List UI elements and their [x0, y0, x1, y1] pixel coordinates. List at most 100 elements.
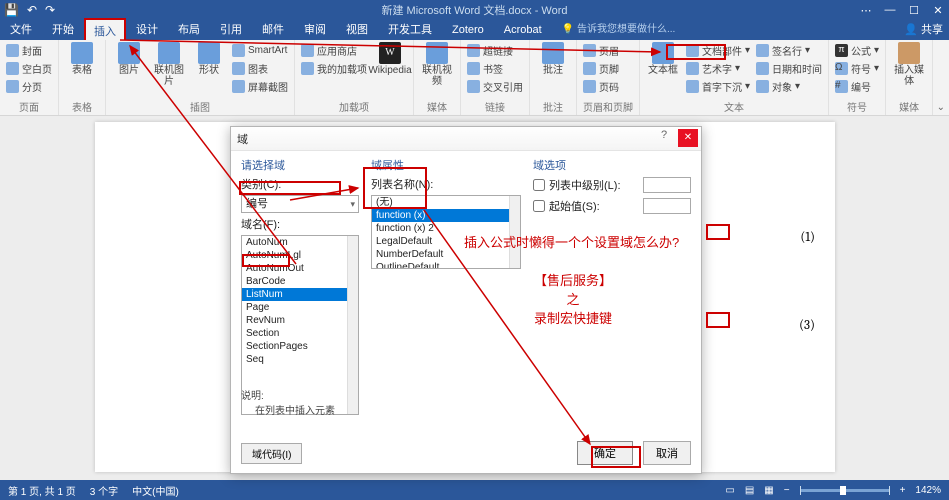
field-item[interactable]: Page: [242, 301, 358, 314]
category-label: 类别(C):: [241, 176, 359, 192]
listname-item[interactable]: NumberDefault: [372, 248, 520, 261]
listname-item-selected[interactable]: function (x): [372, 209, 520, 222]
tell-me[interactable]: 💡 告诉我您想要做什么...: [552, 20, 686, 40]
signature-line-button[interactable]: 签名行 ▾: [756, 42, 822, 59]
quick-parts-button[interactable]: 文档部件 ▾: [686, 42, 750, 59]
view-web-icon[interactable]: ▦: [764, 485, 773, 496]
dialog-help-icon[interactable]: ?: [655, 129, 673, 141]
view-print-icon[interactable]: ▤: [745, 485, 754, 496]
screenshot-button[interactable]: 屏幕截图: [232, 78, 288, 95]
page-number-button[interactable]: 页码: [583, 78, 619, 95]
field-item[interactable]: SectionPages: [242, 340, 358, 353]
bookmark-button[interactable]: 书签: [467, 60, 523, 77]
close-window-icon[interactable]: ✕: [931, 4, 945, 17]
cover-page-button[interactable]: 封面: [6, 42, 52, 59]
online-video-button[interactable]: 联机视频: [420, 42, 454, 87]
tab-home[interactable]: 开始: [42, 20, 84, 40]
field-item[interactable]: Seq: [242, 353, 358, 366]
minimize-icon[interactable]: —: [883, 4, 897, 17]
xref-button[interactable]: 交叉引用: [467, 78, 523, 95]
listname-item[interactable]: (无): [372, 196, 520, 209]
field-item[interactable]: BarCode: [242, 275, 358, 288]
ribbon-collapse-icon[interactable]: ⌄: [937, 102, 945, 113]
ok-button[interactable]: 确定: [577, 441, 633, 465]
header-button[interactable]: 页眉: [583, 42, 619, 59]
listname-item[interactable]: function (x) 2: [372, 222, 520, 235]
field-item[interactable]: AutoNumOut: [242, 262, 358, 275]
field-item-selected[interactable]: ListNum: [242, 288, 358, 301]
cancel-button[interactable]: 取消: [643, 441, 691, 465]
zoom-slider[interactable]: [800, 489, 890, 492]
undo-icon[interactable]: ↶: [27, 3, 37, 17]
smartart-button[interactable]: SmartArt: [232, 42, 288, 59]
tab-developer[interactable]: 开发工具: [378, 20, 442, 40]
level-checkbox[interactable]: [533, 179, 545, 191]
tab-file[interactable]: 文件: [0, 20, 42, 40]
field-item[interactable]: AutoNumLgl: [242, 249, 358, 262]
status-page[interactable]: 第 1 页, 共 1 页: [8, 483, 76, 498]
field-item[interactable]: Section: [242, 327, 358, 340]
chart-button[interactable]: 图表: [232, 60, 288, 77]
zoom-level[interactable]: 142%: [915, 485, 941, 496]
object-button[interactable]: 对象 ▾: [756, 78, 822, 95]
comment-button[interactable]: 批注: [536, 42, 570, 76]
level-input[interactable]: [643, 177, 691, 193]
tab-references[interactable]: 引用: [210, 20, 252, 40]
zoom-out-icon[interactable]: −: [784, 485, 790, 496]
start-input[interactable]: [643, 198, 691, 214]
scrollbar[interactable]: [509, 196, 520, 268]
symbol-button[interactable]: Ω符号 ▾: [835, 60, 879, 77]
status-bar: 第 1 页, 共 1 页 3 个字 中文(中国) ▭ ▤ ▦ − + 142%: [0, 480, 949, 500]
status-words[interactable]: 3 个字: [90, 483, 118, 498]
dialog-close-icon[interactable]: ✕: [678, 129, 698, 147]
my-addins-button[interactable]: 我的加载项: [301, 60, 367, 77]
save-icon[interactable]: 💾: [4, 3, 19, 17]
online-picture-button[interactable]: 联机图片: [152, 42, 186, 87]
page-break-button[interactable]: 分页: [6, 78, 52, 95]
wikipedia-button[interactable]: WWikipedia: [373, 42, 407, 76]
wordart-button[interactable]: 艺术字 ▾: [686, 60, 750, 77]
insert-media-button[interactable]: 插入媒体: [892, 42, 926, 87]
category-select[interactable]: 编号: [241, 195, 359, 213]
title-bar: 💾 ↶ ↷ 新建 Microsoft Word 文档.docx - Word ⋯…: [0, 0, 949, 20]
field-item[interactable]: RevNum: [242, 314, 358, 327]
dropcap-button[interactable]: 首字下沉 ▾: [686, 78, 750, 95]
field-item[interactable]: AutoNum: [242, 236, 358, 249]
tab-view[interactable]: 视图: [336, 20, 378, 40]
scrollbar[interactable]: [347, 236, 358, 414]
listname-item[interactable]: LegalDefault: [372, 235, 520, 248]
tab-zotero[interactable]: Zotero: [442, 20, 494, 40]
tab-design[interactable]: 设计: [126, 20, 168, 40]
list-name-list[interactable]: (无) function (x) function (x) 2 LegalDef…: [371, 195, 521, 269]
dialog-title: 域: [237, 131, 248, 147]
group-addins: 加载项: [301, 98, 407, 114]
number-button[interactable]: #编号: [835, 78, 879, 95]
field-code-button[interactable]: 域代码(I): [241, 443, 302, 464]
description-label: 说明:: [241, 387, 335, 402]
hyperlink-button[interactable]: 超链接: [467, 42, 523, 59]
start-checkbox[interactable]: [533, 200, 545, 212]
tab-review[interactable]: 审阅: [294, 20, 336, 40]
store-button[interactable]: 应用商店: [301, 42, 367, 59]
table-button[interactable]: 表格: [65, 42, 99, 76]
redo-icon[interactable]: ↷: [45, 3, 55, 17]
date-time-button[interactable]: 日期和时间: [756, 60, 822, 77]
zoom-in-icon[interactable]: +: [900, 485, 906, 496]
dialog-titlebar[interactable]: 域 ? ✕: [231, 127, 701, 151]
blank-page-button[interactable]: 空白页: [6, 60, 52, 77]
footer-button[interactable]: 页脚: [583, 60, 619, 77]
picture-button[interactable]: 图片: [112, 42, 146, 76]
tab-mailings[interactable]: 邮件: [252, 20, 294, 40]
maximize-icon[interactable]: ☐: [907, 4, 921, 17]
textbox-button[interactable]: 文本框: [646, 42, 680, 76]
status-language[interactable]: 中文(中国): [132, 483, 179, 498]
tab-layout[interactable]: 布局: [168, 20, 210, 40]
share-button[interactable]: 👤 共享: [904, 20, 943, 40]
tab-insert[interactable]: 插入: [84, 18, 126, 42]
listname-item[interactable]: OutlineDefault: [372, 261, 520, 269]
tab-acrobat[interactable]: Acrobat: [494, 20, 552, 40]
shapes-button[interactable]: 形状: [192, 42, 226, 76]
view-read-icon[interactable]: ▭: [725, 485, 734, 496]
equation-button[interactable]: π公式 ▾: [835, 42, 879, 59]
ribbon-opts-icon[interactable]: ⋯: [859, 4, 873, 17]
